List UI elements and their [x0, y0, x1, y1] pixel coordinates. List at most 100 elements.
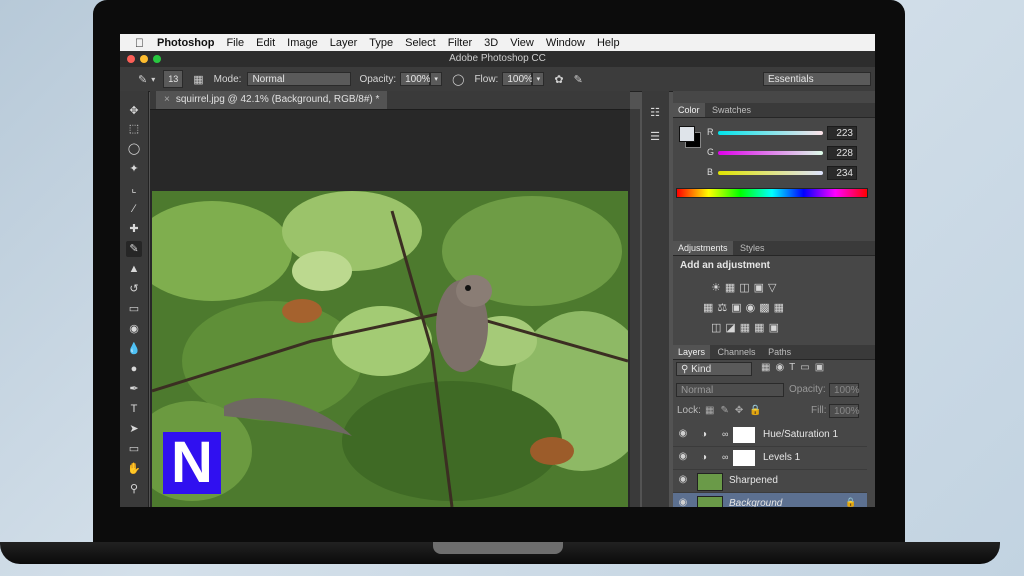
layer-mask-thumbnail — [733, 427, 755, 443]
lasso-tool-icon[interactable]: ◯ — [126, 141, 142, 157]
magic-wand-tool-icon[interactable]: ✦ — [126, 161, 142, 177]
flow-dropdown-icon[interactable]: ▾ — [532, 72, 545, 86]
layer-row[interactable]: ◉ ◑ ∞ Hue/Saturation 1 — [673, 424, 867, 447]
minimize-window-button[interactable] — [140, 55, 148, 63]
tab-paths[interactable]: Paths — [763, 345, 796, 359]
g-value[interactable]: 228 — [827, 146, 857, 160]
opacity-input[interactable]: 100% — [400, 72, 431, 86]
adjustments-panel-tabs: Adjustments Styles — [673, 241, 875, 256]
move-tool-icon[interactable]: ✥ — [126, 103, 142, 119]
layer-row[interactable]: ◉ Sharpened — [673, 470, 867, 493]
pen-tool-icon[interactable]: ✒ — [126, 381, 142, 397]
options-bar: ✎ ▾ 13 ▦ Mode: Normal Opacity: 100% ▾ ◯ … — [120, 67, 875, 92]
clone-stamp-tool-icon[interactable]: ▲ — [126, 261, 142, 277]
right-panels: Color Swatches R 223 G 228 B 234 Adjustm… — [673, 91, 875, 507]
path-selection-tool-icon[interactable]: ➤ — [126, 421, 142, 437]
g-slider[interactable] — [718, 151, 823, 155]
b-value[interactable]: 234 — [827, 166, 857, 180]
eye-icon[interactable]: ◉ — [677, 451, 689, 463]
paint-bucket-tool-icon[interactable]: ◉ — [126, 321, 142, 337]
eye-icon[interactable]: ◉ — [677, 428, 689, 440]
document-tab[interactable]: × squirrel.jpg @ 42.1% (Background, RGB/8… — [156, 91, 388, 109]
menu-app-name[interactable]: Photoshop — [157, 37, 214, 49]
eraser-tool-icon[interactable]: ▭ — [126, 301, 142, 317]
history-brush-tool-icon[interactable]: ↺ — [126, 281, 142, 297]
fill-input[interactable]: 100% — [829, 404, 860, 418]
tab-adjustments[interactable]: Adjustments — [673, 241, 733, 255]
close-window-button[interactable] — [127, 55, 135, 63]
tab-layers[interactable]: Layers — [673, 345, 711, 359]
pressure-opacity-icon[interactable]: ◯ — [452, 73, 464, 86]
adjustment-layer-icon: ◑ — [701, 452, 708, 463]
blend-mode-select[interactable]: Normal — [676, 383, 784, 397]
zoom-window-button[interactable] — [153, 55, 161, 63]
menu-layer[interactable]: Layer — [330, 37, 358, 49]
tab-channels[interactable]: Channels — [713, 345, 761, 359]
mode-label: Mode: — [213, 73, 242, 85]
menu-3d[interactable]: 3D — [484, 37, 498, 49]
brush-size-picker[interactable]: 13 — [163, 70, 184, 88]
brush-panel-icon[interactable]: ▦ — [193, 73, 203, 86]
lock-icons[interactable]: ▦✎✥🔒 — [705, 405, 768, 416]
eye-icon[interactable]: ◉ — [677, 474, 689, 486]
blur-tool-icon[interactable]: 💧 — [126, 341, 142, 357]
flow-input[interactable]: 100% — [502, 72, 533, 86]
chevron-down-icon[interactable]: ▾ — [151, 75, 155, 84]
panel-icon-dock: ☷ ☰ — [642, 91, 669, 507]
adjustment-icons-row-3[interactable]: ◫◪▦▦▣ — [711, 321, 783, 334]
menu-window[interactable]: Window — [546, 37, 585, 49]
document-canvas[interactable] — [152, 191, 628, 507]
crop-tool-icon[interactable]: ⌞ — [126, 181, 142, 197]
tab-color[interactable]: Color — [673, 103, 705, 117]
tab-swatches[interactable]: Swatches — [707, 103, 756, 117]
brush-tool-preset-icon[interactable]: ✎ — [138, 73, 147, 86]
layer-opacity-label: Opacity: — [789, 384, 826, 395]
healing-brush-tool-icon[interactable]: ✚ — [126, 221, 142, 237]
rectangle-tool-icon[interactable]: ▭ — [126, 441, 142, 457]
eye-icon[interactable]: ◉ — [677, 497, 689, 507]
mode-select[interactable]: Normal — [247, 72, 352, 86]
airbrush-icon[interactable]: ✿ — [554, 73, 563, 86]
pressure-size-icon[interactable]: ✎ — [574, 73, 583, 86]
r-slider[interactable] — [718, 131, 823, 135]
menu-view[interactable]: View — [510, 37, 534, 49]
link-icon: ∞ — [722, 429, 729, 439]
menu-select[interactable]: Select — [405, 37, 436, 49]
menu-filter[interactable]: Filter — [448, 37, 472, 49]
color-spectrum-bar[interactable] — [676, 188, 868, 198]
menu-type[interactable]: Type — [369, 37, 393, 49]
workspace-select[interactable]: Essentials — [763, 72, 871, 86]
layer-row-selected[interactable]: ◉ Background 🔒 — [673, 493, 867, 507]
menu-file[interactable]: File — [226, 37, 244, 49]
history-panel-icon[interactable]: ☷ — [647, 105, 663, 121]
r-value[interactable]: 223 — [827, 126, 857, 140]
adjustment-icons-row-1[interactable]: ☀▦◫▣▽ — [711, 281, 781, 294]
properties-panel-icon[interactable]: ☰ — [647, 129, 663, 145]
hand-tool-icon[interactable]: ✋ — [126, 461, 142, 477]
r-label: R — [707, 127, 714, 137]
flow-label: Flow: — [474, 73, 499, 85]
eyedropper-tool-icon[interactable]: ∕ — [126, 201, 142, 217]
type-tool-icon[interactable]: T — [126, 401, 142, 417]
zoom-tool-icon[interactable]: ⚲ — [126, 481, 142, 497]
opacity-dropdown-icon[interactable]: ▾ — [430, 72, 443, 86]
layer-opacity-input[interactable]: 100% — [829, 383, 860, 397]
dodge-tool-icon[interactable]: ● — [126, 361, 142, 377]
b-slider[interactable] — [718, 171, 823, 175]
lock-label: Lock: — [677, 405, 701, 416]
link-icon: ∞ — [722, 452, 729, 462]
adjustment-icons-row-2[interactable]: ▦⚖▣◉▩▦ — [703, 301, 788, 314]
menu-image[interactable]: Image — [287, 37, 318, 49]
document-scrollbar[interactable] — [630, 109, 640, 507]
layer-filter-icons[interactable]: ▦◉T▭▣ — [761, 362, 829, 373]
apple-icon[interactable]:  — [135, 37, 147, 49]
layer-row[interactable]: ◉ ◑ ∞ Levels 1 — [673, 447, 867, 470]
brush-tool-icon[interactable]: ✎ — [126, 241, 142, 257]
tab-styles[interactable]: Styles — [735, 241, 770, 255]
close-tab-icon[interactable]: × — [164, 94, 170, 105]
menu-edit[interactable]: Edit — [256, 37, 275, 49]
marquee-tool-icon[interactable]: ⬚ — [126, 121, 142, 137]
foreground-color-swatch[interactable] — [679, 126, 695, 142]
layer-filter-kind-select[interactable]: ⚲ Kind — [676, 362, 752, 376]
menu-help[interactable]: Help — [597, 37, 620, 49]
